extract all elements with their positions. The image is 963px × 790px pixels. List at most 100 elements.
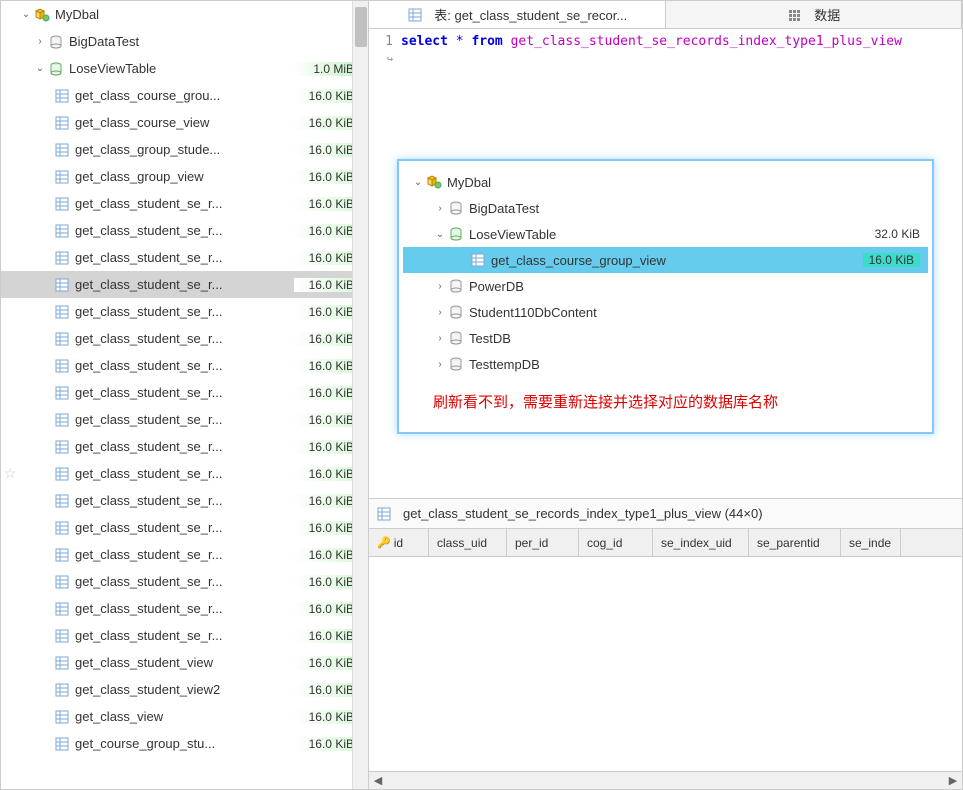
tree-db-1[interactable]: ⌄ LoseViewTable 1.0 MiB (1, 55, 368, 82)
expand-arrow[interactable]: ⌄ (33, 63, 47, 74)
tree-table-19[interactable]: get_class_student_se_r... 16.0 KiB (1, 595, 368, 622)
tree-label: get_class_student_se_r... (75, 250, 294, 265)
database-icon (447, 277, 465, 295)
overlay-item-2[interactable]: get_class_course_group_view 16.0 KiB (403, 247, 928, 273)
result-tab-header[interactable]: get_class_student_se_records_index_type1… (369, 499, 962, 529)
expand-arrow[interactable]: › (433, 203, 447, 214)
tree-size: 16.0 KiB (294, 548, 360, 562)
tree-table-22[interactable]: get_class_student_view2 16.0 KiB (1, 676, 368, 703)
tree-table-15[interactable]: get_class_student_se_r... 16.0 KiB (1, 487, 368, 514)
overlay-item-4[interactable]: › Student110DbContent (403, 299, 928, 325)
table-icon (406, 6, 424, 24)
tree-table-17[interactable]: get_class_student_se_r... 16.0 KiB (1, 541, 368, 568)
tree-table-14[interactable]: ☆ get_class_student_se_r... 16.0 KiB (1, 460, 368, 487)
tree-db-0[interactable]: › BigDataTest (1, 28, 368, 55)
expand-arrow[interactable]: › (433, 307, 447, 318)
tree-table-9[interactable]: get_class_student_se_r... 16.0 KiB (1, 325, 368, 352)
result-horizontal-scrollbar[interactable]: ◀ ▶ (369, 771, 962, 789)
table-icon (53, 654, 71, 672)
tree-table-24[interactable]: get_course_group_stu... 16.0 KiB (1, 730, 368, 757)
tree-table-12[interactable]: get_class_student_se_r... 16.0 KiB (1, 406, 368, 433)
tree-table-20[interactable]: get_class_student_se_r... 16.0 KiB (1, 622, 368, 649)
expand-arrow[interactable]: ⌄ (411, 177, 425, 188)
grid-column-class_uid[interactable]: class_uid (429, 529, 507, 556)
tree-label: get_class_student_se_r... (75, 466, 294, 481)
grid-column-label: class_uid (437, 536, 487, 550)
tree-table-5[interactable]: get_class_student_se_r... 16.0 KiB (1, 217, 368, 244)
overlay-size: 16.0 KiB (863, 253, 920, 267)
tree-size: 16.0 KiB (294, 224, 360, 238)
tree-label: get_class_student_se_r... (75, 439, 294, 454)
tree-label: get_class_course_grou... (75, 88, 294, 103)
overlay-item-0[interactable]: › BigDataTest (403, 195, 928, 221)
expand-arrow[interactable]: ⌄ (433, 229, 447, 240)
tree-table-8[interactable]: get_class_student_se_r... 16.0 KiB (1, 298, 368, 325)
grid-column-se_inde[interactable]: se_inde (841, 529, 901, 556)
expand-arrow[interactable]: › (433, 281, 447, 292)
tree-size: 16.0 KiB (294, 413, 360, 427)
overlay-label: TestDB (469, 331, 511, 346)
tree-table-1[interactable]: get_class_course_view 16.0 KiB (1, 109, 368, 136)
tree-size: 16.0 KiB (294, 143, 360, 157)
tree-table-0[interactable]: get_class_course_grou... 16.0 KiB (1, 82, 368, 109)
sql-editor[interactable]: 1 ↪ select * from get_class_student_se_r… (369, 29, 962, 499)
tree-size: 16.0 KiB (294, 575, 360, 589)
tree-scrollbar[interactable] (352, 1, 368, 789)
tree-table-4[interactable]: get_class_student_se_r... 16.0 KiB (1, 190, 368, 217)
tree-table-13[interactable]: get_class_student_se_r... 16.0 KiB (1, 433, 368, 460)
tree-table-18[interactable]: get_class_student_se_r... 16.0 KiB (1, 568, 368, 595)
table-icon (53, 249, 71, 267)
overlay-label: LoseViewTable (469, 227, 556, 242)
tree-label: LoseViewTable (69, 61, 294, 76)
tree-table-6[interactable]: get_class_student_se_r... 16.0 KiB (1, 244, 368, 271)
overlay-root[interactable]: ⌄ MyDbal (403, 169, 928, 195)
grid-column-cog_id[interactable]: cog_id (579, 529, 653, 556)
database-icon (447, 199, 465, 217)
tree-size: 1.0 MiB (294, 62, 360, 76)
data-icon (786, 6, 804, 24)
grid-column-per_id[interactable]: per_id (507, 529, 579, 556)
grid-column-id[interactable]: 🔑id (369, 529, 429, 556)
database-icon (447, 355, 465, 373)
table-icon (53, 114, 71, 132)
tree-size: 16.0 KiB (294, 521, 360, 535)
overlay-label: MyDbal (447, 175, 491, 190)
grid-column-se_parentid[interactable]: se_parentid (749, 529, 841, 556)
expand-arrow[interactable]: › (433, 333, 447, 344)
scroll-left-arrow[interactable]: ◀ (369, 774, 387, 787)
sql-code[interactable]: select * from get_class_student_se_recor… (401, 33, 962, 51)
tree-table-16[interactable]: get_class_student_se_r... 16.0 KiB (1, 514, 368, 541)
scroll-right-arrow[interactable]: ▶ (944, 774, 962, 787)
tree-table-2[interactable]: get_class_group_stude... 16.0 KiB (1, 136, 368, 163)
overlay-item-6[interactable]: › TesttempDB (403, 351, 928, 377)
tree-table-21[interactable]: get_class_student_view 16.0 KiB (1, 649, 368, 676)
expand-arrow[interactable]: ⌄ (19, 9, 33, 20)
grid-column-label: per_id (515, 536, 548, 550)
overlay-item-5[interactable]: › TestDB (403, 325, 928, 351)
tree-label: get_class_view (75, 709, 294, 724)
overlay-item-1[interactable]: ⌄ LoseViewTable 32.0 KiB (403, 221, 928, 247)
tab-data[interactable]: 数据 (666, 1, 963, 28)
grid-column-se_index_uid[interactable]: se_index_uid (653, 529, 749, 556)
overlay-item-3[interactable]: › PowerDB (403, 273, 928, 299)
table-icon (53, 438, 71, 456)
table-icon (53, 600, 71, 618)
tab-table[interactable]: 表: get_class_student_se_recor... (369, 1, 666, 28)
tree-label: get_class_student_view2 (75, 682, 294, 697)
expand-arrow[interactable]: › (433, 359, 447, 370)
table-icon (53, 141, 71, 159)
tree-table-3[interactable]: get_class_group_view 16.0 KiB (1, 163, 368, 190)
tree-table-7[interactable]: get_class_student_se_r... 16.0 KiB (1, 271, 368, 298)
tree-scrollbar-thumb[interactable] (355, 7, 367, 47)
tree-table-23[interactable]: get_class_view 16.0 KiB (1, 703, 368, 730)
tree-root[interactable]: ⌄ MyDbal (1, 1, 368, 28)
scroll-track[interactable] (387, 775, 944, 787)
table-icon (53, 195, 71, 213)
expand-arrow[interactable]: › (33, 36, 47, 47)
tree-table-10[interactable]: get_class_student_se_r... 16.0 KiB (1, 352, 368, 379)
tree-label: get_class_student_se_r... (75, 358, 294, 373)
tree-table-11[interactable]: get_class_student_se_r... 16.0 KiB (1, 379, 368, 406)
table-icon (53, 546, 71, 564)
tree-size: 16.0 KiB (294, 116, 360, 130)
overlay-note: 刷新看不到，需要重新连接并选择对应的数据库名称 (403, 377, 928, 412)
